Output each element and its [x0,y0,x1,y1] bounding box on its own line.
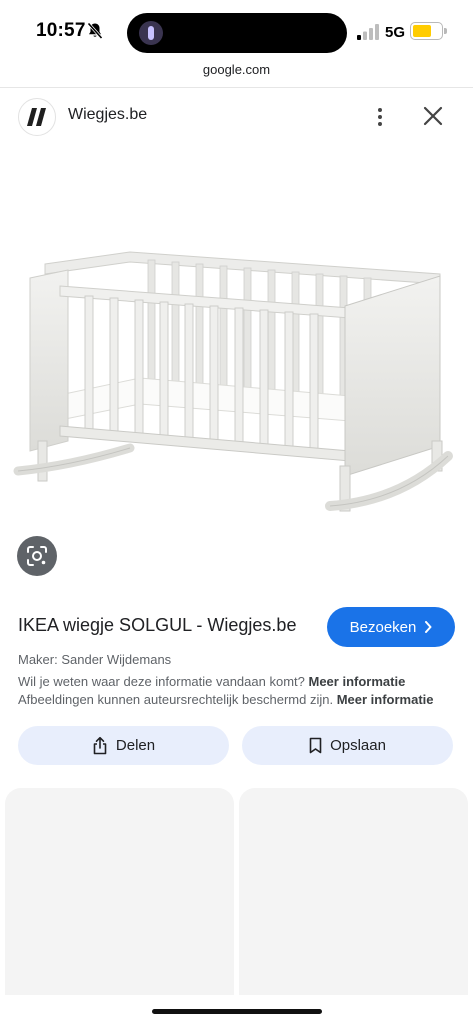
flashlight-icon [139,21,163,45]
home-indicator[interactable] [152,1009,322,1014]
site-header: Wiegjes.be [0,88,473,146]
info-source-line: Wil je weten waar deze informatie vandaa… [18,674,405,689]
double-slash-logo-icon [27,108,46,126]
share-icon [93,736,107,755]
site-name[interactable]: Wiegjes.be [68,106,147,124]
bookmark-icon [309,737,322,754]
visit-button-label: Bezoeken [349,618,417,636]
info-question: Wil je weten waar deze informatie vandaa… [18,674,305,689]
more-vert-icon[interactable] [368,103,392,131]
copyright-text: Afbeeldingen kunnen auteursrechtelijk be… [18,692,334,707]
dynamic-island [127,13,347,53]
copyright-line: Afbeeldingen kunnen auteursrechtelijk be… [18,692,434,707]
copyright-link[interactable]: Meer informatie [337,692,434,707]
related-result-card[interactable] [5,788,234,998]
share-label: Delen [115,737,156,754]
close-icon[interactable] [420,103,446,129]
cellular-signal-icon [357,24,379,40]
url-bar[interactable]: google.com [0,62,473,88]
network-type: 5G [385,24,406,41]
crib-image [13,251,453,512]
share-button[interactable]: Delen [18,726,229,765]
google-lens-button[interactable] [17,536,57,576]
info-link[interactable]: Meer informatie [309,674,406,689]
status-bar: 10:57 5G [0,0,473,62]
url-text: google.com [202,62,271,77]
related-result-card[interactable] [239,788,468,998]
chevron-right-icon [425,621,432,633]
save-button[interactable]: Opslaan [242,726,453,765]
status-time: 10:57 [36,20,86,41]
visit-button[interactable]: Bezoeken [327,607,455,647]
battery-icon [410,22,447,40]
save-label: Opslaan [330,737,386,754]
result-title: IKEA wiegje SOLGUL - Wiegjes.be [18,615,297,635]
bell-muted-icon [87,22,103,40]
lens-icon [27,546,47,566]
product-image[interactable] [0,146,473,531]
site-logo[interactable] [18,98,56,136]
battery-level [413,25,432,37]
maker-credit: Maker: Sander Wijdemans [18,652,172,667]
